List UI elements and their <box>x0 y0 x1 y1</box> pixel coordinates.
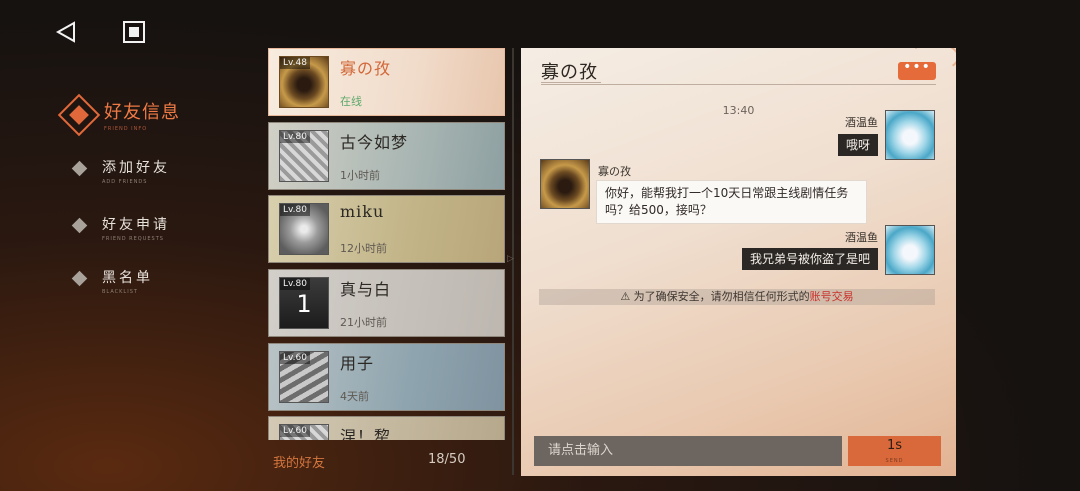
menu-friend-requests-label: 好友申请 <box>102 217 170 233</box>
message-sender: 寡の孜 <box>598 165 631 178</box>
friend-level: Lv.60 <box>280 352 310 364</box>
message-bubble: 哦呀 <box>837 134 878 156</box>
friend-name: 寡の孜 <box>340 59 392 78</box>
message-sender: 酒温鱼 <box>845 231 878 244</box>
friend-status: 12小时前 <box>340 242 387 255</box>
friend-name: 用子 <box>340 354 375 373</box>
avatar-number: 1 <box>296 290 312 318</box>
friend-card[interactable]: Lv.80 1 真与白 21小时前 <box>268 269 505 337</box>
friend-name: miku <box>340 202 385 221</box>
menu-blacklist[interactable]: 黑名单 BLACKLIST <box>71 267 153 295</box>
avatar: Lv.60 <box>279 351 329 403</box>
menu-friend-info[interactable]: 好友信息 FRIEND INFO <box>57 93 180 137</box>
friend-card[interactable]: Lv.80 古今如梦 1小时前 <box>268 122 505 190</box>
menu-friend-info-sub: FRIEND INFO <box>104 126 148 132</box>
avatar: Lv.80 <box>279 203 329 255</box>
friend-status: 21小时前 <box>340 316 387 329</box>
menu-add-friends-sub: ADD FRIENDS <box>102 179 148 185</box>
menu-friend-requests-sub: FRIEND REQUESTS <box>102 236 164 242</box>
avatar[interactable] <box>885 110 935 160</box>
avatar: Lv.80 <box>279 130 329 182</box>
friend-level: Lv.60 <box>280 425 310 437</box>
friend-list[interactable]: Lv.48 寡の孜 在线 Lv.80 古今如梦 1小时前 Lv.80 miku … <box>268 48 505 440</box>
friend-card[interactable]: Lv.60 涅！犂 <box>268 416 505 440</box>
diamond-icon <box>57 93 101 137</box>
friend-count: 18/50 <box>428 452 466 467</box>
avatar: Lv.80 1 <box>279 277 329 329</box>
friend-card[interactable]: Lv.60 用子 4天前 <box>268 343 505 411</box>
menu-add-friends-label: 添加好友 <box>102 160 170 176</box>
menu-friend-requests[interactable]: 好友申请 FRIEND REQUESTS <box>71 214 170 242</box>
send-button[interactable]: 1s SEND <box>848 436 941 466</box>
menu-blacklist-sub: BLACKLIST <box>102 289 138 295</box>
message-sender: 酒温鱼 <box>845 116 878 129</box>
avatar: Lv.60 <box>279 424 329 440</box>
avatar[interactable] <box>885 225 935 275</box>
friend-level: Lv.80 <box>280 204 310 216</box>
friend-card[interactable]: Lv.48 寡の孜 在线 <box>268 48 505 116</box>
avatar: Lv.48 <box>279 56 329 108</box>
friend-level: Lv.48 <box>280 57 310 69</box>
friend-name: 真与白 <box>340 280 392 299</box>
collapse-arrow-icon[interactable]: ▷ <box>507 254 517 266</box>
warning-text: ⚠ 为了确保安全，请勿相信任何形式的 <box>620 290 810 303</box>
title-underline <box>541 82 936 85</box>
friend-status: 在线 <box>340 95 362 108</box>
back-triangle-icon <box>55 21 75 43</box>
back-button[interactable] <box>46 12 86 52</box>
more-options-button[interactable]: ••• <box>898 60 936 80</box>
home-button[interactable] <box>114 12 154 52</box>
message-bubble: 你好，能帮我打一个10天日常跟主线剧情任务 吗？给500，接吗？ <box>596 180 867 224</box>
warning-highlight: 账号交易 <box>809 290 854 303</box>
send-countdown: 1s <box>886 438 903 453</box>
send-sub-label: SEND <box>885 458 904 464</box>
friend-status: 4天前 <box>340 390 369 403</box>
menu-blacklist-label: 黑名单 <box>102 270 153 286</box>
friend-level: Lv.80 <box>280 278 310 290</box>
chat-panel: 寡の孜 ••• 13:40 酒温鱼 哦呀 寡の孜 你好，能帮我打一个10天日常跟… <box>521 48 956 476</box>
friend-name: 涅！犂 <box>340 427 392 440</box>
message-bubble: 我兄弟号被你盗了是吧 <box>741 248 878 270</box>
message-input[interactable]: 请点击输入 <box>534 436 842 466</box>
message-line: 吗？给500，接吗？ <box>605 203 712 217</box>
diamond-icon <box>71 270 88 287</box>
menu-add-friends[interactable]: 添加好友 ADD FRIENDS <box>71 157 170 185</box>
diamond-icon <box>71 160 88 177</box>
avatar[interactable] <box>540 159 590 209</box>
menu-friend-info-label: 好友信息 <box>104 102 180 123</box>
message-line: 你好，能帮我打一个10天日常跟主线剧情任务 <box>605 186 849 200</box>
home-square-icon <box>123 21 145 43</box>
friend-name: 古今如梦 <box>340 133 409 152</box>
friend-card[interactable]: Lv.80 miku 12小时前 <box>268 195 505 263</box>
diamond-icon <box>71 217 88 234</box>
security-warning: ⚠ 为了确保安全，请勿相信任何形式的账号交易 <box>539 289 935 305</box>
friend-level: Lv.80 <box>280 131 310 143</box>
my-friends-label: 我的好友 <box>273 456 326 471</box>
friend-status: 1小时前 <box>340 169 380 182</box>
chat-title: 寡の孜 <box>541 62 598 83</box>
